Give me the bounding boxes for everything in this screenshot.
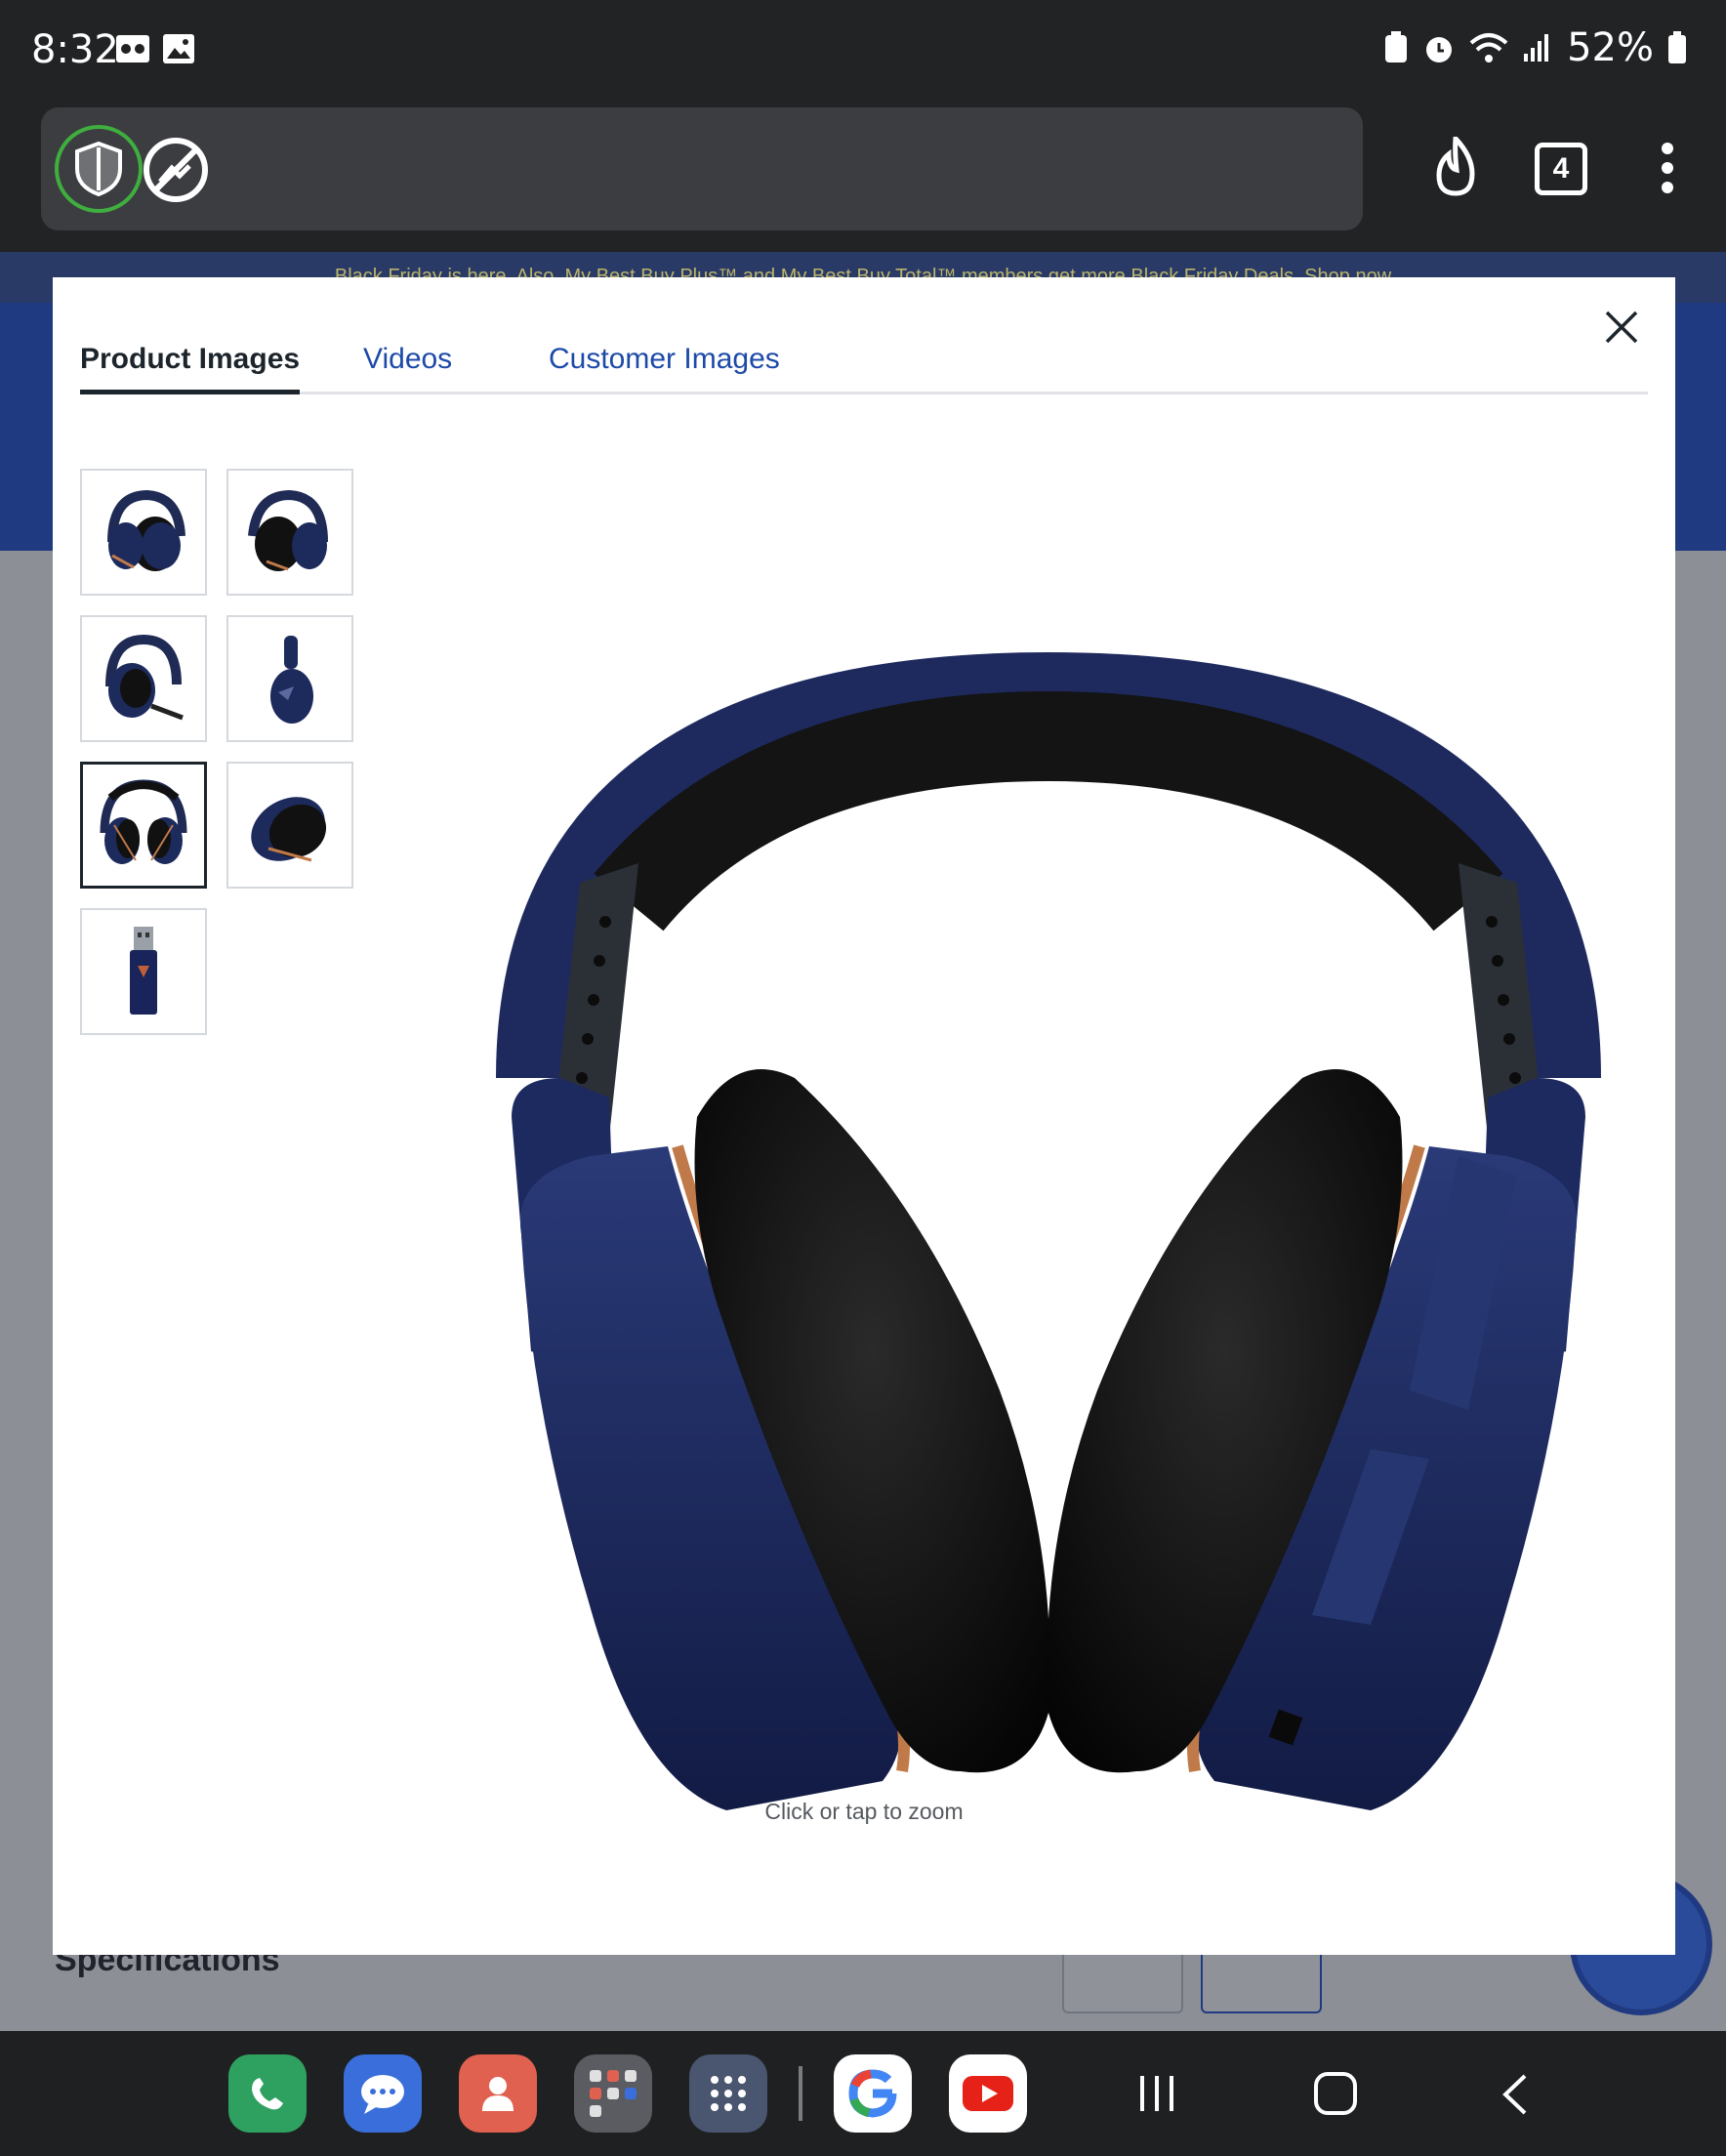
- gallery-tabs: Product Images Videos Customer Images: [80, 336, 1648, 394]
- media-gallery-modal: Product Images Videos Customer Images Cl…: [53, 277, 1675, 1955]
- recent-apps-icon[interactable]: [1136, 2074, 1177, 2113]
- dock-divider: [799, 2066, 802, 2121]
- android-navigation-bar: [0, 2031, 1726, 2156]
- messages-app-icon[interactable]: [344, 2054, 422, 2133]
- battery-icon: [1668, 31, 1686, 63]
- thumbnail-usb-transmitter[interactable]: [80, 908, 207, 1035]
- address-bar[interactable]: [41, 107, 1363, 230]
- headset-thumbnail-icon: [270, 636, 313, 724]
- status-bar: 8:32 52%: [0, 0, 1726, 102]
- status-time: 8:32: [31, 27, 119, 72]
- thumbnail-headset-front[interactable]: [80, 762, 207, 889]
- headset-thumbnail-icon: [100, 779, 187, 864]
- phone-app-icon[interactable]: [228, 2054, 307, 2133]
- voicemail-icon: [116, 35, 149, 62]
- thumbnail-headset-angle-right[interactable]: [226, 469, 353, 596]
- thumbnail-earcup-closeup[interactable]: [226, 762, 353, 889]
- alarm-icon: [1426, 37, 1453, 62]
- tab-customer-images[interactable]: Customer Images: [549, 336, 780, 394]
- earcup-thumbnail-icon: [251, 797, 327, 862]
- usb-transmitter-icon: [130, 927, 157, 1015]
- tab-product-images[interactable]: Product Images: [80, 336, 301, 394]
- headset-thumbnail-icon: [107, 489, 185, 571]
- youtube-app-icon[interactable]: [949, 2054, 1027, 2133]
- wifi-icon: [1469, 33, 1508, 62]
- status-notification-icons: [115, 33, 195, 64]
- headset-thumbnail-icon: [105, 634, 184, 721]
- contacts-app-icon[interactable]: [459, 2054, 537, 2133]
- more-options-icon[interactable]: [1660, 141, 1675, 195]
- thumbnail-headset-angle-left[interactable]: [80, 469, 207, 596]
- gallery-icon: [163, 34, 194, 63]
- thumbnail-headset-side[interactable]: [226, 615, 353, 742]
- lock-battery-icon: [1385, 31, 1408, 62]
- image-blocker-icon[interactable]: [139, 133, 213, 207]
- shield-icon[interactable]: [55, 125, 143, 213]
- headset-thumbnail-icon: [248, 489, 328, 571]
- tab-videos[interactable]: Videos: [363, 336, 452, 394]
- google-app-icon[interactable]: [834, 2054, 912, 2133]
- tab-count-button[interactable]: 4: [1535, 143, 1587, 195]
- status-system-icons: 52%: [1383, 25, 1687, 70]
- app-drawer-icon[interactable]: [689, 2054, 767, 2133]
- app-folder-icon[interactable]: [574, 2054, 652, 2133]
- flame-icon[interactable]: [1429, 137, 1482, 197]
- signal-icon: [1524, 34, 1549, 62]
- battery-percent: 52%: [1567, 25, 1654, 70]
- browser-toolbar: 4: [0, 102, 1726, 252]
- thumbnail-headset-mic-down[interactable]: [80, 615, 207, 742]
- home-icon[interactable]: [1312, 2070, 1359, 2117]
- back-icon[interactable]: [1500, 2072, 1531, 2117]
- main-product-image[interactable]: [473, 570, 1624, 2054]
- zoom-hint: Click or tap to zoom: [764, 1799, 964, 1824]
